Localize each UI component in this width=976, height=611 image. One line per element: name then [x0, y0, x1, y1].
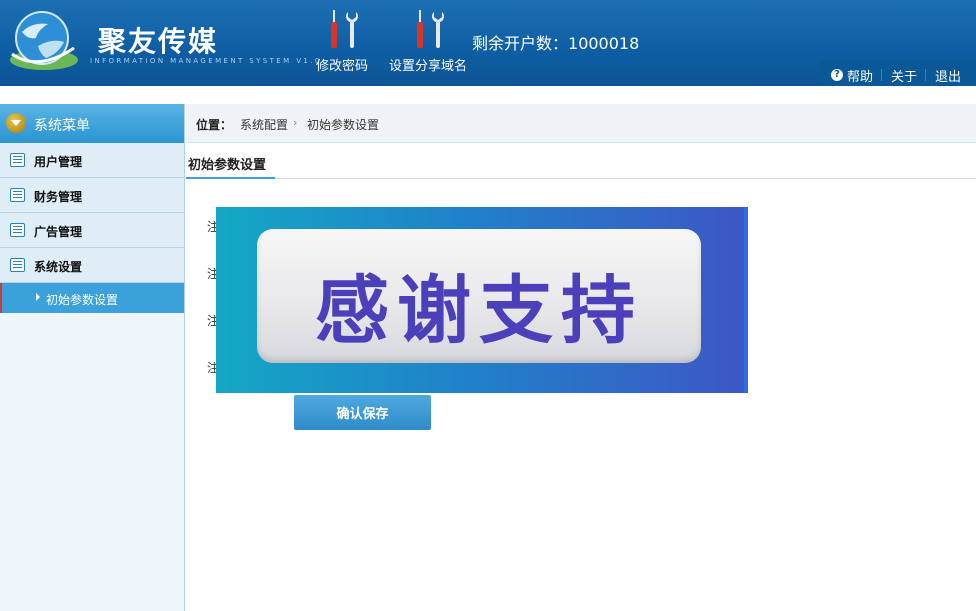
- header-divider: [0, 86, 976, 104]
- breadcrumb-position-label: 位置：: [196, 118, 233, 132]
- sidebar-item-ad-management[interactable]: 广告管理: [0, 213, 184, 248]
- sidebar-item-label: 财务管理: [34, 190, 83, 204]
- thanks-overlay-image: 感谢支持: [216, 207, 748, 393]
- thanks-overlay-text: 感谢支持: [315, 268, 643, 354]
- sidebar-item-label: 用户管理: [34, 155, 83, 169]
- thanks-overlay-panel: 感谢支持: [257, 229, 701, 363]
- list-icon: [10, 188, 25, 202]
- sidebar-item-label: 系统设置: [34, 260, 83, 274]
- sidebar-item-system-settings[interactable]: 系统设置: [0, 248, 184, 283]
- tab-bar: 初始参数设置: [186, 143, 976, 179]
- app-subtitle: INFORMATION MANAGEMENT SYSTEM V1.0: [90, 57, 322, 65]
- confirm-save-button[interactable]: 确认保存: [294, 395, 431, 430]
- help-link[interactable]: 帮助: [847, 66, 873, 85]
- list-icon: [10, 223, 25, 237]
- set-share-domain-button[interactable]: 设置分享域名: [383, 8, 473, 78]
- sidebar-header[interactable]: 系统菜单: [0, 104, 184, 143]
- tab-initial-params[interactable]: 初始参数设置: [186, 143, 275, 179]
- app-header: 聚友传媒 INFORMATION MANAGEMENT SYSTEM V1.0 …: [0, 0, 976, 113]
- sidebar-title: 系统菜单: [34, 118, 90, 134]
- tools-icon: [331, 10, 358, 48]
- about-link[interactable]: 关于: [891, 66, 917, 85]
- link-divider: [925, 69, 926, 81]
- breadcrumb-item-current: 初始参数设置: [307, 118, 380, 132]
- breadcrumb: 位置： 系统配置 › 初始参数设置: [186, 104, 976, 143]
- sidebar-subitem-initial-params[interactable]: 初始参数设置: [0, 283, 184, 313]
- sidebar-item-finance-management[interactable]: 财务管理: [0, 178, 184, 213]
- remaining-label: 剩余开户数：: [472, 34, 569, 53]
- remaining-accounts: 剩余开户数：1000018: [472, 30, 639, 54]
- globe-logo-icon: [10, 11, 78, 70]
- tab-label: 初始参数设置: [188, 158, 267, 173]
- logout-link[interactable]: 退出: [935, 66, 961, 85]
- chevron-down-icon: [6, 113, 26, 133]
- sidebar-subitem-label: 初始参数设置: [46, 293, 119, 307]
- set-share-domain-label: 设置分享域名: [388, 59, 467, 74]
- help-icon: ?: [831, 69, 843, 81]
- sidebar: 系统菜单 用户管理 财务管理 广告管理 系统设置 初始参数设置: [0, 104, 185, 611]
- change-password-label: 修改密码: [315, 59, 368, 74]
- link-divider: [881, 69, 882, 81]
- sidebar-item-label: 广告管理: [34, 225, 83, 239]
- caret-right-icon: [36, 293, 40, 301]
- list-icon: [10, 153, 25, 167]
- list-icon: [10, 258, 25, 272]
- breadcrumb-item-system-config[interactable]: 系统配置: [240, 116, 288, 133]
- change-password-button[interactable]: 修改密码: [297, 8, 387, 78]
- tools-icon: [417, 10, 444, 48]
- app-title: 聚友传媒: [98, 25, 219, 58]
- breadcrumb-separator-icon: ›: [293, 116, 298, 129]
- sidebar-item-user-management[interactable]: 用户管理: [0, 143, 184, 178]
- remaining-value: 1000018: [568, 34, 640, 53]
